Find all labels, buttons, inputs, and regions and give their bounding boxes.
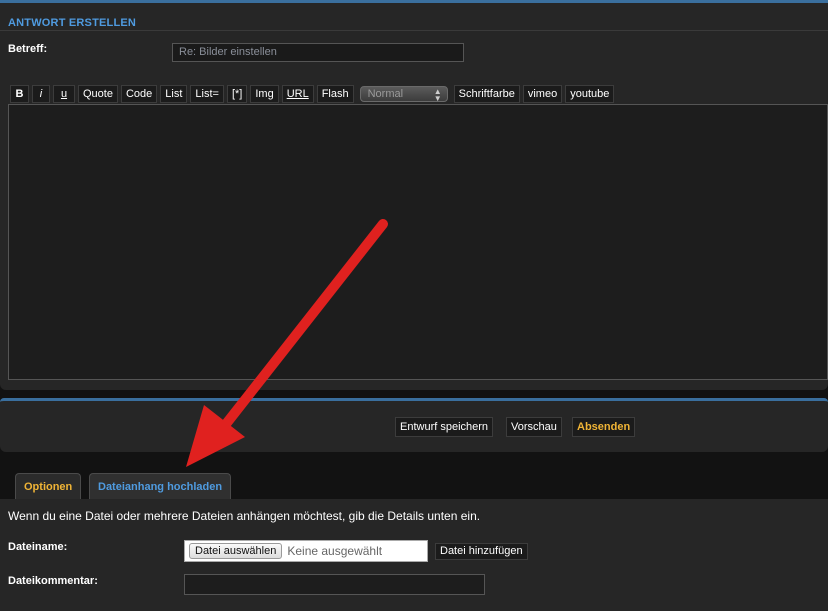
reply-panel-title: ANTWORT ERSTELLEN <box>8 17 137 29</box>
flash-button[interactable]: Flash <box>316 84 354 103</box>
select-arrows-icon: ▲ ▼ <box>433 86 442 103</box>
subject-label: Betreff: <box>8 43 48 55</box>
filename-label: Dateiname: <box>8 541 68 553</box>
code-button[interactable]: Code <box>120 84 158 103</box>
vimeo-button[interactable]: vimeo <box>522 84 563 103</box>
file-input[interactable]: Datei auswählen Keine ausgewählt <box>184 540 428 562</box>
list-item-button[interactable]: [*] <box>226 84 248 103</box>
save-draft-button[interactable]: Entwurf speichern <box>395 417 494 437</box>
tab-attachment-upload[interactable]: Dateianhang hochladen <box>89 473 232 499</box>
list-button[interactable]: List <box>160 84 188 103</box>
no-file-selected-text: Keine ausgewählt <box>287 544 383 558</box>
preview-button[interactable]: Vorschau <box>506 417 562 437</box>
file-comment-label: Dateikommentar: <box>8 575 98 587</box>
file-comment-textarea[interactable] <box>184 574 485 595</box>
ordered-list-button[interactable]: List= <box>190 84 224 103</box>
message-textarea[interactable] <box>8 104 828 380</box>
quote-button[interactable]: Quote <box>78 84 118 103</box>
youtube-button[interactable]: youtube <box>565 84 615 103</box>
divider <box>0 30 828 31</box>
underline-button[interactable]: u <box>53 84 75 103</box>
font-size-select[interactable]: Normal ▲ ▼ <box>359 85 448 103</box>
attachment-panel: Wenn du eine Datei oder mehrere Dateien … <box>0 499 828 611</box>
actions-panel: Entwurf speichern Vorschau Absenden <box>0 398 828 452</box>
bbcode-toolbar: B i u Quote Code List List= [*] Img URL … <box>10 84 615 103</box>
upload-instructions: Wenn du eine Datei oder mehrere Dateien … <box>8 509 481 523</box>
choose-file-button[interactable]: Datei auswählen <box>189 543 283 559</box>
add-file-button[interactable]: Datei hinzufügen <box>435 543 528 560</box>
tab-options[interactable]: Optionen <box>15 473 82 499</box>
font-color-button[interactable]: Schriftfarbe <box>453 84 520 103</box>
font-size-select-value: Normal <box>367 87 404 100</box>
subject-input[interactable]: Re: Bilder einstellen <box>172 43 464 62</box>
bold-button[interactable]: B <box>10 84 29 103</box>
submit-button[interactable]: Absenden <box>572 417 636 437</box>
reply-panel: ANTWORT ERSTELLEN Betreff: Re: Bilder ei… <box>0 0 828 390</box>
image-button[interactable]: Img <box>250 84 279 103</box>
url-button[interactable]: URL <box>281 84 314 103</box>
italic-button[interactable]: i <box>32 84 50 103</box>
